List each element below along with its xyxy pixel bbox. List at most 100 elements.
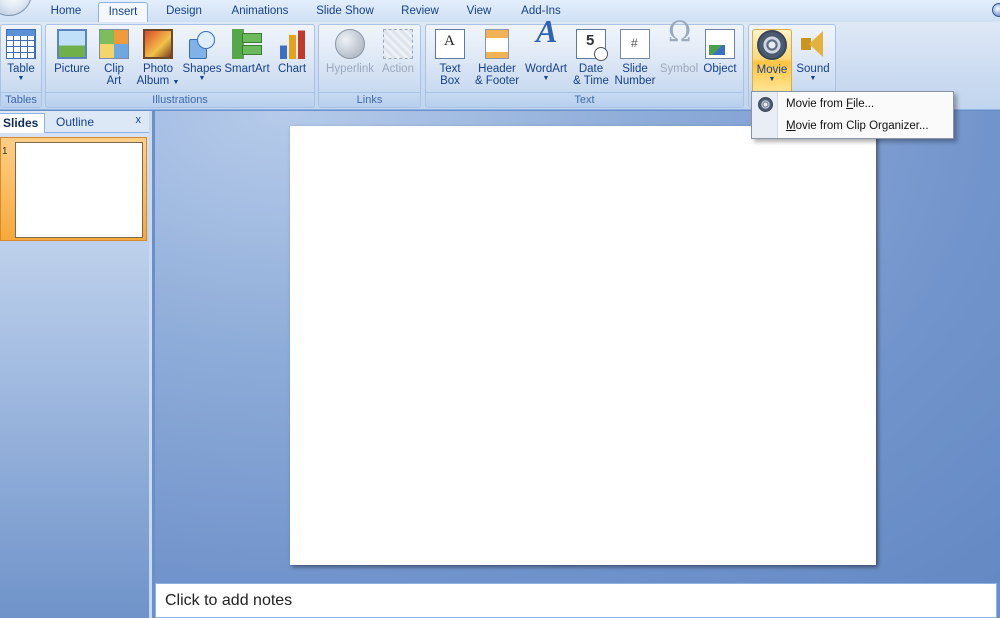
picture-button[interactable]: Picture	[50, 29, 94, 95]
smartart-icon	[232, 29, 262, 59]
slide-number-label-1: Slide	[622, 63, 648, 75]
date-time-icon	[576, 29, 608, 61]
text-box-button[interactable]: Text Box	[430, 29, 470, 95]
date-time-label-1: Date	[578, 63, 604, 75]
tab-insert[interactable]: Insert	[98, 2, 148, 22]
menu-item-text: ile...	[853, 98, 875, 110]
pane-tabs: Slides Outline x	[0, 111, 149, 133]
header-footer-label-2: & Footer	[474, 75, 520, 87]
symbol-label: Symbol	[659, 63, 699, 75]
header-footer-label-1: Header	[478, 63, 516, 75]
photo-album-label-1: Photo	[142, 63, 174, 75]
hyperlink-icon	[335, 29, 365, 59]
clip-art-icon	[99, 29, 129, 59]
action-icon	[383, 29, 413, 59]
date-time-label-2: & Time	[573, 75, 609, 87]
dropdown-arrow-icon: ▼	[17, 75, 25, 82]
group-label-links: Links	[319, 92, 420, 107]
ribbon-tab-strip: Home Insert Design Animations Slide Show…	[0, 0, 1000, 22]
slide-thumbnail[interactable]	[15, 142, 143, 238]
photo-album-label-2: Album	[136, 75, 170, 87]
help-icon[interactable]	[992, 3, 1000, 17]
slide-number-icon	[620, 29, 650, 59]
speaker-icon	[798, 29, 828, 59]
wordart-icon	[531, 25, 561, 59]
movie-dropdown-menu: Movie from File... Movie from Clip Organ…	[751, 91, 954, 139]
menu-item-movie-from-clip-organizer[interactable]: Movie from Clip Organizer...	[786, 120, 929, 132]
sound-button[interactable]: Sound ▼	[793, 29, 833, 95]
notes-placeholder: Click to add notes	[165, 592, 293, 609]
smartart-button[interactable]: SmartArt	[223, 29, 271, 95]
header-footer-button[interactable]: Header & Footer	[471, 29, 523, 95]
dropdown-arrow-icon: ▼	[198, 75, 206, 82]
tab-outline[interactable]: Outline	[50, 113, 100, 133]
date-time-button[interactable]: Date & Time	[571, 29, 611, 95]
photo-album-icon	[143, 29, 173, 59]
table-button[interactable]: Table ▼	[3, 29, 39, 95]
clip-art-button[interactable]: Clip Art	[96, 29, 132, 95]
menu-item-text: ovie from Clip Organizer...	[795, 120, 929, 132]
clip-art-label-2: Art	[106, 75, 122, 87]
tab-animations[interactable]: Animations	[226, 2, 294, 22]
film-reel-icon	[757, 30, 787, 60]
wordart-button[interactable]: WordArt ▼	[523, 25, 569, 95]
group-tables: Table ▼ Tables	[0, 24, 42, 108]
group-links: Hyperlink Action Links	[318, 24, 421, 108]
tab-design[interactable]: Design	[160, 2, 208, 22]
dropdown-arrow-icon: ▼	[768, 76, 776, 83]
picture-label: Picture	[54, 63, 90, 75]
menu-item-movie-from-file[interactable]: Movie from File...	[786, 98, 874, 110]
group-text: Text Box Header & Footer WordArt ▼ Date …	[425, 24, 744, 108]
object-label: Object	[703, 63, 737, 75]
notes-pane[interactable]: Click to add notes	[155, 583, 997, 618]
omega-icon	[664, 26, 694, 59]
text-box-label-2: Box	[440, 75, 460, 87]
menu-item-accelerator: M	[786, 120, 796, 132]
dropdown-arrow-icon: ▼	[542, 75, 550, 82]
smartart-label: SmartArt	[224, 63, 270, 75]
chart-button[interactable]: Chart	[273, 29, 311, 95]
menu-item-text: Movie from	[786, 98, 847, 110]
shapes-icon	[187, 29, 217, 59]
slide-number-button[interactable]: Slide Number	[613, 29, 657, 95]
hyperlink-button[interactable]: Hyperlink	[322, 29, 378, 95]
movie-button[interactable]: Movie ▼	[752, 29, 792, 95]
dropdown-arrow-icon: ▼	[809, 75, 817, 82]
table-icon	[6, 29, 36, 59]
object-icon	[705, 29, 735, 59]
shapes-label: Shapes	[182, 63, 222, 75]
picture-icon	[57, 29, 87, 59]
object-button[interactable]: Object	[701, 29, 739, 95]
photo-album-button[interactable]: Photo Album ▼	[134, 29, 182, 95]
slides-pane: Slides Outline x 1	[0, 111, 152, 618]
header-footer-icon	[485, 29, 509, 59]
group-label-illustrations: Illustrations	[46, 92, 314, 107]
tab-view[interactable]: View	[462, 2, 496, 22]
clip-art-label-1: Clip	[104, 63, 124, 75]
tab-slides[interactable]: Slides	[0, 113, 46, 133]
chart-label: Chart	[277, 63, 307, 75]
shapes-button[interactable]: Shapes ▼	[182, 29, 222, 95]
action-label: Action	[382, 63, 414, 75]
tab-slide-show[interactable]: Slide Show	[311, 2, 379, 22]
sound-label: Sound	[796, 63, 830, 75]
text-box-label-1: Text	[439, 63, 461, 75]
tab-home[interactable]: Home	[44, 2, 88, 22]
close-icon[interactable]: x	[136, 114, 142, 126]
text-box-icon	[435, 29, 465, 59]
hyperlink-label: Hyperlink	[326, 63, 374, 75]
action-button[interactable]: Action	[378, 29, 418, 95]
slide-thumbnail-row[interactable]: 1	[0, 137, 147, 241]
slide-canvas[interactable]	[290, 126, 876, 565]
table-label: Table	[7, 63, 35, 75]
tab-review[interactable]: Review	[396, 2, 444, 22]
dropdown-arrow-icon: ▼	[172, 79, 180, 86]
movie-label: Movie	[756, 64, 788, 76]
symbol-button[interactable]: Symbol	[657, 26, 701, 95]
slide-editing-area	[155, 111, 1000, 583]
group-label-tables: Tables	[1, 92, 41, 107]
group-label-text: Text	[426, 92, 743, 107]
film-reel-icon	[758, 97, 773, 112]
chart-icon	[277, 30, 307, 59]
office-button-icon[interactable]	[0, 0, 32, 16]
